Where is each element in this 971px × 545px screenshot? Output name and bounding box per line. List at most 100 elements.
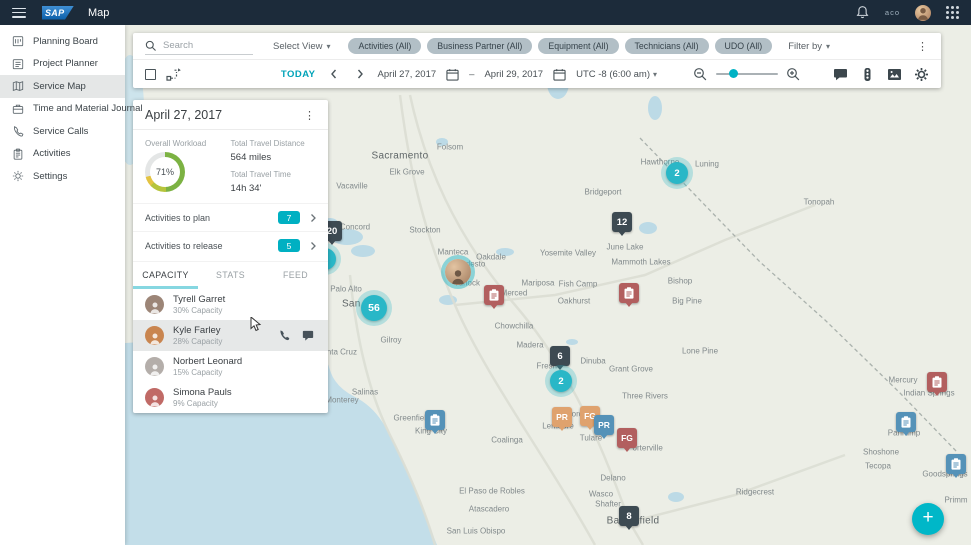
initials-marker-PR[interactable]: PR — [552, 407, 572, 427]
cluster-marker-56[interactable]: 56 — [361, 295, 387, 321]
add-fab-button[interactable]: + — [912, 503, 944, 535]
sidebar-item-label: Project Planner — [33, 58, 98, 69]
sidebar-item-service-map[interactable]: Service Map — [0, 75, 125, 98]
sidebar-item-service-calls[interactable]: Service Calls — [0, 120, 125, 143]
tab-feed[interactable]: FEED — [263, 262, 328, 289]
activity-row-activities-to-release[interactable]: Activities to release5 — [133, 231, 328, 259]
chip-business-partner-all[interactable]: Business Partner (All) — [427, 38, 532, 54]
sap-logo: SAP — [42, 6, 74, 20]
map-label-mercury: Mercury — [889, 376, 918, 385]
prev-day-chevron-icon[interactable] — [328, 68, 340, 80]
activity-marker[interactable] — [484, 285, 504, 305]
route-tool-icon[interactable] — [166, 67, 182, 82]
initials-marker-PR[interactable]: PR — [594, 415, 614, 435]
map-label-atascadero: Atascadero — [469, 505, 509, 514]
technician-row-norbert-leonard[interactable]: Norbert Leonard15% Capacity — [133, 351, 328, 382]
next-day-chevron-icon[interactable] — [354, 68, 366, 80]
map-type-image-icon[interactable] — [887, 67, 902, 82]
app-launcher-grid-icon[interactable] — [946, 6, 959, 19]
cluster-marker-12[interactable]: 12 — [612, 212, 632, 232]
cluster-marker-8[interactable]: 8 — [619, 506, 639, 526]
technician-row-simona-pauls[interactable]: Simona Pauls9% Capacity — [133, 382, 328, 413]
timezone-dropdown[interactable]: UTC -8 (6:00 am) ▾ — [576, 69, 657, 80]
app-title: Map — [88, 7, 109, 19]
technician-avatar — [145, 295, 164, 314]
zoom-in-icon[interactable] — [786, 67, 801, 82]
activity-marker[interactable] — [896, 412, 916, 432]
tab-stats[interactable]: STATS — [198, 262, 263, 289]
cluster-marker-2[interactable]: 2 — [666, 162, 688, 184]
filter-by-dropdown[interactable]: Filter by ▾ — [788, 41, 830, 52]
map-label-shoshone: Shoshone — [863, 448, 899, 457]
map-label-manteca: Manteca — [438, 248, 469, 257]
activity-marker[interactable] — [619, 283, 639, 303]
user-avatar[interactable] — [915, 5, 931, 21]
map-label-coalinga: Coalinga — [491, 436, 523, 445]
search-input[interactable] — [163, 40, 243, 51]
technician-row-kyle-farley[interactable]: Kyle Farley28% Capacity — [133, 320, 328, 351]
calendar-icon[interactable] — [446, 68, 459, 81]
chip-equipment-all[interactable]: Equipment (All) — [538, 38, 618, 54]
initials-marker-FG[interactable]: FG — [617, 428, 637, 448]
activity-row-activities-to-plan[interactable]: Activities to plan7 — [133, 203, 328, 231]
sidebar-item-settings[interactable]: Settings — [0, 165, 125, 188]
zoom-controls — [693, 67, 801, 82]
map-label-el-paso-de-robles: El Paso de Robles — [459, 487, 525, 496]
map-label-june-lake: June Lake — [607, 243, 644, 252]
cluster-marker-2[interactable]: 2 — [550, 370, 572, 392]
map-label-concord: Concord — [340, 223, 370, 232]
toolbar-overflow-menu-icon[interactable]: ⋮ — [914, 40, 931, 53]
call-icon[interactable] — [278, 329, 290, 341]
travel-time-value: 14h 34' — [231, 183, 317, 194]
sidebar-item-project-planner[interactable]: Project Planner — [0, 53, 125, 76]
briefcase-icon — [12, 103, 24, 115]
sidebar-item-planning-board[interactable]: Planning Board — [0, 30, 125, 53]
date-range-end[interactable]: April 29, 2017 — [484, 69, 543, 80]
bell-icon[interactable] — [855, 5, 870, 20]
zoom-slider-knob[interactable] — [729, 69, 738, 78]
technician-avatar-marker[interactable] — [445, 259, 471, 285]
chevron-down-icon: ▾ — [326, 42, 330, 51]
hamburger-menu-icon[interactable] — [12, 8, 26, 18]
timezone-label: UTC -8 (6:00 am) — [576, 69, 650, 80]
calendar-icon[interactable] — [553, 68, 566, 81]
map-settings-gear-icon[interactable] — [914, 67, 929, 82]
tab-capacity[interactable]: CAPACITY — [133, 262, 198, 289]
clipboard-icon — [12, 148, 24, 160]
chip-technicians-all[interactable]: Technicians (All) — [625, 38, 709, 54]
cluster-marker-6[interactable]: 6 — [550, 346, 570, 366]
zoom-slider[interactable] — [716, 73, 778, 75]
map-label-wasco: Wasco — [589, 490, 613, 499]
chevron-down-icon: ▾ — [653, 70, 657, 79]
selection-tool-icon[interactable] — [145, 69, 156, 80]
map-label-shafter: Shafter — [595, 500, 621, 509]
chat-icon[interactable] — [302, 329, 314, 341]
sidebar: Planning Board Project Planner Service Map… — [0, 25, 125, 545]
filter-chips: Activities (All) Business Partner (All) Eq… — [348, 38, 772, 54]
toolbar-filter-row: Select View ▾ Activities (All) Business P… — [133, 33, 941, 60]
chat-bubble-icon[interactable] — [833, 67, 848, 82]
map-label-lone-pine: Lone Pine — [682, 347, 718, 356]
sidebar-item-activities[interactable]: Activities — [0, 143, 125, 166]
activity-marker[interactable] — [425, 410, 445, 430]
chevron-right-icon — [308, 241, 318, 251]
map-label-three-rivers: Three Rivers — [622, 392, 668, 401]
day-card-menu-icon[interactable]: ⋮ — [301, 109, 318, 122]
select-view-dropdown[interactable]: Select View ▾ — [273, 41, 330, 52]
technician-row-tyrell-garret[interactable]: Tyrell Garret30% Capacity — [133, 289, 328, 320]
traffic-light-icon[interactable] — [860, 67, 875, 82]
sidebar-item-label: Time and Material Journal — [33, 103, 142, 114]
account-label[interactable]: aco — [885, 8, 900, 17]
today-button[interactable]: TODAY — [281, 69, 316, 80]
activity-marker[interactable] — [946, 454, 966, 474]
chip-activities-all[interactable]: Activities (All) — [348, 38, 421, 54]
search-box[interactable] — [145, 37, 253, 55]
date-range-start[interactable]: April 27, 2017 — [378, 69, 437, 80]
activity-marker[interactable] — [927, 372, 947, 392]
zoom-out-icon[interactable] — [693, 67, 708, 82]
chevron-down-icon: ▾ — [826, 42, 830, 51]
technician-list: Tyrell Garret30% CapacityKyle Farley28% … — [133, 289, 328, 413]
sidebar-item-time-and-material-journal[interactable]: Time and Material Journal — [0, 98, 125, 121]
chip-udo-all[interactable]: UDO (All) — [715, 38, 773, 54]
toolbar-date-row: TODAY April 27, 2017 – April 29, 2017 UT… — [133, 60, 941, 88]
